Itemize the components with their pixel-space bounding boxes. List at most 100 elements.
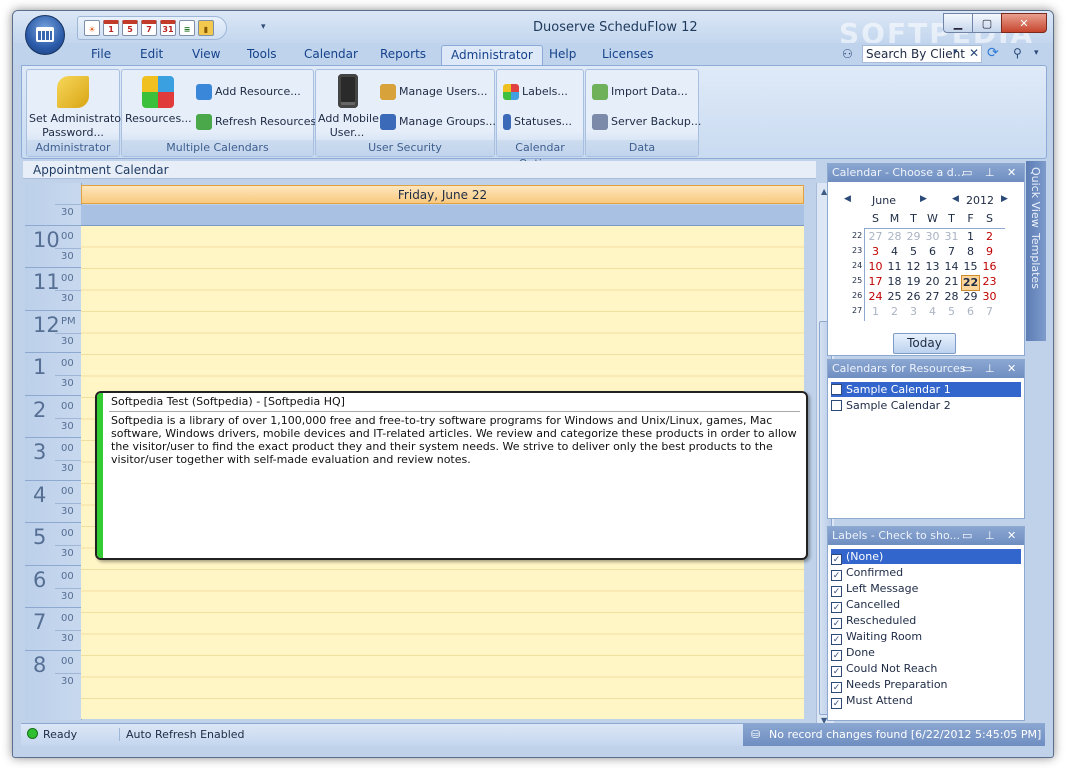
checkbox[interactable]: ✓: [831, 698, 842, 709]
week-icon[interactable]: 7: [141, 20, 157, 36]
tab-licenses[interactable]: Licenses: [602, 47, 654, 61]
statuses-button[interactable]: Statuses...: [503, 114, 572, 130]
pin-icon[interactable]: ⊥: [985, 527, 995, 545]
panel-title: Calendars for Resources: [832, 362, 966, 375]
checkbox[interactable]: ✓: [831, 666, 842, 677]
panel-menu-icon[interactable]: ▭: [962, 360, 972, 378]
add-resource-button[interactable]: Add Resource...: [196, 84, 301, 100]
application-menu-button[interactable]: [25, 15, 65, 55]
add-mobile-user-button[interactable]: Add Mobile User...: [318, 112, 379, 140]
tab-calendar[interactable]: Calendar: [304, 47, 358, 61]
label-item[interactable]: ✓ Confirmed: [831, 565, 903, 581]
tab-help[interactable]: Help: [549, 47, 576, 61]
checkbox[interactable]: ✓: [831, 618, 842, 629]
search-by-client-field[interactable]: Search By Client: [862, 45, 982, 63]
manage-users-button[interactable]: Manage Users...: [380, 84, 487, 100]
day-header[interactable]: Friday, June 22: [81, 185, 804, 204]
label-item[interactable]: ✓ (None): [831, 549, 1021, 565]
appointment-body: Softpedia is a library of over 1,100,000…: [111, 414, 797, 466]
panel-close-icon[interactable]: ✕: [1007, 360, 1016, 378]
tab-quick-view[interactable]: Quick View: [1029, 167, 1042, 228]
checkbox[interactable]: ✓: [831, 554, 842, 565]
hour-label: 1: [33, 355, 47, 379]
half-hour-divider: [55, 672, 81, 674]
resource-label: Sample Calendar 2: [846, 399, 951, 412]
minimize-button[interactable]: ▁: [943, 13, 973, 33]
timeline-icon[interactable]: ≡: [179, 20, 195, 36]
panel-close-icon[interactable]: ✕: [1007, 527, 1016, 545]
checkbox[interactable]: ✓: [831, 634, 842, 645]
close-button[interactable]: ✕: [1001, 13, 1047, 33]
day-view-icon[interactable]: 1: [103, 20, 119, 36]
customize-toolbar-icon[interactable]: ▾: [261, 22, 266, 32]
label-item[interactable]: ✓ Done: [831, 645, 875, 661]
label-item[interactable]: ✓ Needs Preparation: [831, 677, 948, 693]
next-year-icon[interactable]: ▶: [1001, 194, 1008, 204]
half-hour-label: 30: [61, 420, 74, 432]
half-hour-divider: [55, 417, 81, 419]
label-item[interactable]: ✓ Could Not Reach: [831, 661, 937, 677]
label-item[interactable]: ✓ Must Attend: [831, 693, 913, 709]
half-hour-label: 30: [61, 505, 74, 517]
today-button[interactable]: Today: [893, 333, 956, 354]
import-icon: [592, 84, 608, 100]
pin-icon[interactable]: ⊥: [985, 360, 995, 378]
tab-templates[interactable]: Templates: [1029, 233, 1042, 289]
search-dropdown-icon[interactable]: ▾: [953, 47, 958, 57]
appointment[interactable]: Softpedia Test (Softpedia) - [Softpedia …: [95, 391, 808, 560]
tab-administrator[interactable]: Administrator: [441, 45, 543, 65]
refresh-resources-button[interactable]: Refresh Resources: [196, 114, 316, 130]
server-backup-button[interactable]: Server Backup...: [592, 114, 701, 130]
import-data-button[interactable]: Import Data...: [592, 84, 688, 100]
half-hour-label: 30: [61, 293, 74, 304]
filter-dropdown-icon[interactable]: ▾: [1034, 48, 1039, 58]
hour-label: 7: [33, 610, 47, 634]
label-item[interactable]: ✓ Cancelled: [831, 597, 900, 613]
group-data: Import Data... Server Backup... Data: [585, 69, 701, 157]
filter-icon[interactable]: ⚲: [1013, 46, 1022, 60]
label-item[interactable]: ✓ Waiting Room: [831, 629, 923, 645]
prev-month-icon[interactable]: ◀: [844, 194, 851, 204]
next-month-icon[interactable]: ▶: [920, 194, 927, 204]
label-item[interactable]: ✓ Rescheduled: [831, 613, 916, 629]
panel-close-icon[interactable]: ✕: [1007, 164, 1016, 182]
panel-menu-icon[interactable]: ▭: [962, 164, 972, 182]
tab-tools[interactable]: Tools: [247, 47, 277, 61]
set-admin-password-button[interactable]: Set Administrator Password...: [29, 112, 126, 140]
clear-search-icon[interactable]: ✕: [969, 46, 979, 60]
panel-menu-icon[interactable]: ▭: [962, 527, 972, 545]
manage-groups-button[interactable]: Manage Groups...: [380, 114, 496, 130]
checkbox[interactable]: ✓: [831, 586, 842, 597]
half-hour-divider: [55, 502, 81, 504]
checkbox[interactable]: ✓: [831, 602, 842, 613]
checkbox[interactable]: ✓: [831, 682, 842, 693]
work-week-icon[interactable]: 5: [122, 20, 138, 36]
refresh-icon[interactable]: ⟳: [987, 45, 999, 61]
maximize-button[interactable]: ▢: [972, 13, 1002, 33]
resource-item[interactable]: Sample Calendar 1: [831, 382, 1021, 397]
tab-reports[interactable]: Reports: [380, 47, 426, 61]
prev-year-icon[interactable]: ◀: [952, 194, 959, 204]
pin-icon[interactable]: ⊥: [985, 164, 995, 182]
hour-slot: 1 00 30: [25, 352, 81, 395]
exit-icon[interactable]: ▮: [198, 20, 214, 36]
checkbox[interactable]: [831, 400, 842, 411]
resource-label: Sample Calendar 1: [846, 383, 951, 396]
today-icon[interactable]: ☀: [84, 20, 100, 36]
ribbon: Set Administrator Password... Administrat…: [21, 65, 1047, 170]
hour-slot: 10 00 30: [25, 224, 81, 268]
resources-button[interactable]: Resources...: [125, 112, 192, 125]
checkbox[interactable]: ✓: [831, 570, 842, 581]
backup-icon: [592, 114, 608, 130]
all-day-area[interactable]: [81, 205, 804, 226]
month-icon[interactable]: 31: [160, 20, 176, 36]
label-name: Waiting Room: [846, 630, 923, 643]
label-item[interactable]: ✓ Left Message: [831, 581, 918, 597]
resource-item[interactable]: Sample Calendar 2: [831, 398, 951, 413]
labels-button[interactable]: Labels...: [503, 84, 568, 100]
checkbox[interactable]: [831, 384, 842, 395]
tab-view[interactable]: View: [192, 47, 220, 61]
checkbox[interactable]: ✓: [831, 650, 842, 661]
tab-file[interactable]: File: [91, 47, 111, 61]
tab-edit[interactable]: Edit: [140, 47, 163, 61]
